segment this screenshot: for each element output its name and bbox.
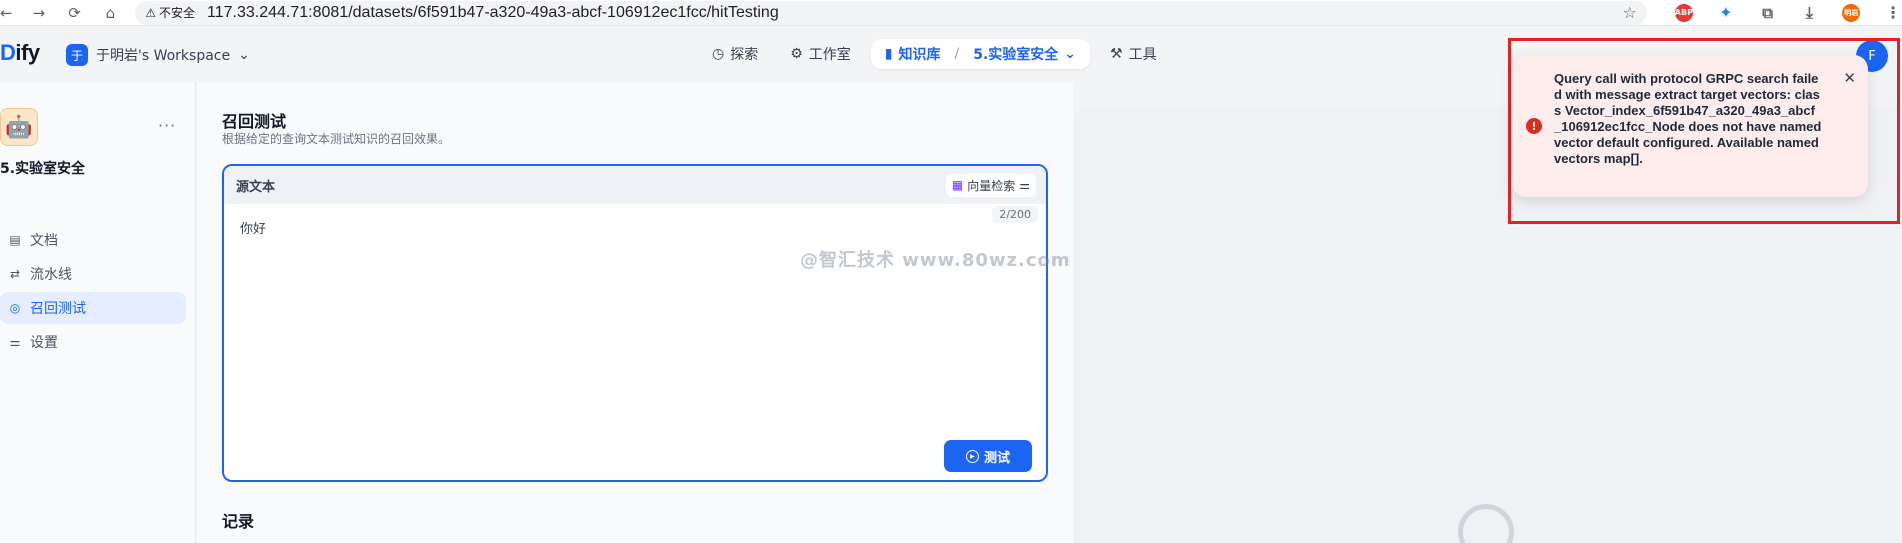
robot-icon: ⚙ [790,46,803,62]
watermark-text: @智汇技术 www.80wz.com [800,250,1071,271]
bookmark-star-icon[interactable]: ☆ [1623,3,1637,22]
pipeline-icon: ⇄ [9,267,21,281]
retrieval-method-label: 向量检索 [967,178,1016,193]
target-icon: ◎ [9,301,21,315]
nav-separator: / [954,46,960,62]
nav-dataset-label[interactable]: 5.实验室安全 [973,44,1058,64]
sidebar-item-pipeline[interactable]: ⇄ 流水线 [0,258,186,290]
dataset-sidebar: 🤖 ··· 5.实验室安全 ▤ 文档 ⇄ 流水线 ◎ 召回测试 ⚌ 设置 [0,82,196,543]
top-nav: ◷ 探索 ⚙ 工作室 ▮ 知识库 / 5.实验室安全 ⌄ ⚒ 工具 [700,39,1169,69]
chevron-down-icon: ⌄ [1064,46,1077,62]
nav-tools-label: 工具 [1128,47,1157,63]
url-text[interactable]: 117.33.244.71:8081/datasets/6f591b47-a32… [207,4,779,22]
workspace-badge: 于 [66,44,88,66]
nav-knowledge-label: 知识库 [898,47,941,63]
play-icon: ▶ [965,449,979,463]
settings-sliders-icon: ⚌ [1019,178,1030,192]
sidebar-item-label: 召回测试 [30,301,86,317]
empty-state-target-icon [1458,504,1514,543]
dataset-name: 5.实验室安全 [0,161,86,177]
nav-explore[interactable]: ◷ 探索 [700,39,770,69]
nav-explore-label: 探索 [730,47,759,63]
forward-icon[interactable]: → [28,2,50,24]
document-icon: ▤ [9,233,21,247]
error-icon: ! [1526,118,1542,134]
char-counter: 2/200 [992,206,1038,223]
retrieval-method-button[interactable]: ▦ 向量检索 ⚌ [945,173,1036,197]
back-icon[interactable]: ← [0,2,14,24]
workspace-name: 于明岩's Workspace [96,48,231,64]
extensions-puzzle-icon[interactable]: ⧉ [1759,4,1777,22]
workspace-selector[interactable]: 于 于明岩's Workspace ⌄ [66,44,250,66]
vector-grid-icon: ▦ [951,178,964,192]
nav-knowledge[interactable]: ▮ 知识库 / 5.实验室安全 ⌄ [870,39,1091,69]
browser-menu-icon[interactable]: ⋮ [1884,3,1902,22]
adblock-extension-icon[interactable]: ABP [1675,3,1693,22]
home-icon[interactable]: ⌂ [99,2,121,24]
page-title: 召回测试 [222,112,287,131]
browser-toolbar: ← → ⟳ ⌂ ⚠ 不安全 117.33.244.71:8081/dataset… [0,0,1902,26]
nav-studio-label: 工作室 [808,47,851,63]
test-button-label: 测试 [983,450,1010,466]
sidebar-item-label: 设置 [30,335,58,351]
sidebar-item-label: 流水线 [30,267,72,283]
close-icon[interactable]: ✕ [1843,69,1856,87]
dataset-robot-icon: 🤖 [0,108,38,146]
editor-label: 源文本 [236,179,276,195]
nav-tools[interactable]: ⚒ 工具 [1098,39,1169,69]
error-message: Query call with protocol GRPC search fai… [1554,71,1822,166]
download-icon[interactable]: ⤓ [1801,3,1819,22]
settings-sliders-icon: ⚌ [9,335,21,349]
more-options-icon[interactable]: ··· [158,116,176,135]
sidebar-menu: ▤ 文档 ⇄ 流水线 ◎ 召回测试 ⚌ 设置 [0,224,186,360]
editor-header: 源文本 ▦ 向量检索 ⚌ [224,166,1046,204]
extension-kite-icon[interactable]: ✦ [1717,3,1735,22]
dify-logo[interactable]: Dify [0,40,40,66]
compass-icon: ◷ [712,46,725,62]
query-input[interactable]: 你好 [240,218,266,237]
sidebar-item-label: 文档 [30,233,58,249]
error-toast: ! Query call with protocol GRPC search f… [1512,55,1868,197]
address-bar[interactable]: ⚠ 不安全 117.33.244.71:8081/datasets/6f591b… [135,0,1647,25]
sidebar-item-hit-testing[interactable]: ◎ 召回测试 [0,292,186,324]
page-subtitle: 根据给定的查询文本测试知识的召回效果。 [222,132,451,146]
sidebar-item-settings[interactable]: ⚌ 设置 [0,326,186,358]
logo-text: ify [15,40,40,65]
nav-studio[interactable]: ⚙ 工作室 [778,39,863,69]
security-label: 不安全 [159,6,196,20]
warning-icon: ⚠ [145,5,157,20]
chevron-down-icon: ⌄ [238,47,250,63]
records-title: 记录 [222,512,255,531]
logo-letter: D [0,40,16,65]
reload-icon[interactable]: ⟳ [64,2,86,24]
sidebar-item-documents[interactable]: ▤ 文档 [0,224,186,256]
book-icon: ▮ [884,46,893,62]
query-editor: 源文本 ▦ 向量检索 ⚌ 2/200 你好 ▶ 测试 [222,164,1048,482]
security-indicator[interactable]: ⚠ 不安全 [145,4,195,21]
test-button[interactable]: ▶ 测试 [944,440,1032,472]
profile-avatar[interactable]: 明岩 [1842,3,1861,22]
hammer-icon: ⚒ [1110,46,1123,62]
main-content: 召回测试 根据给定的查询文本测试知识的召回效果。 源文本 ▦ 向量检索 ⚌ 2/… [197,82,1073,543]
